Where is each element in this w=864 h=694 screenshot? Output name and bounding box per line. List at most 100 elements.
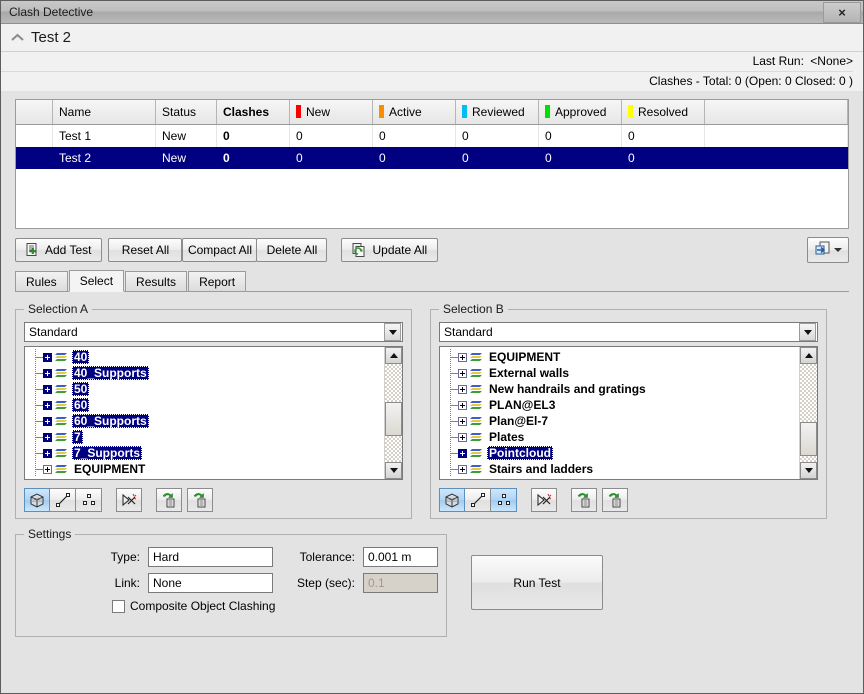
reset-all-button[interactable]: Reset All (108, 238, 183, 262)
expand-icon[interactable] (458, 400, 467, 410)
expand-icon[interactable] (43, 400, 52, 410)
chevron-down-icon[interactable] (384, 323, 401, 341)
scroll-down-button[interactable] (800, 462, 817, 479)
swatch-approved (545, 105, 550, 118)
list-item[interactable]: 60 (25, 397, 384, 413)
tab-select[interactable]: Select (68, 270, 125, 292)
type-dropdown[interactable]: Hard (148, 547, 273, 567)
selection-b-scrollbar[interactable] (799, 347, 817, 479)
list-item[interactable]: 40 (25, 349, 384, 365)
expand-icon[interactable] (43, 368, 52, 378)
column-header-active[interactable]: Active (372, 100, 456, 125)
expand-icon[interactable] (43, 384, 52, 394)
list-item[interactable]: EQUIPMENT (25, 461, 384, 477)
update-selection-from-set-button[interactable] (187, 488, 213, 512)
expand-icon[interactable] (458, 384, 467, 394)
list-item[interactable]: 7 (25, 429, 384, 445)
table-row[interactable]: Test 2 New 0 0 0 0 0 0 (16, 147, 848, 169)
list-item[interactable]: New handrails and gratings (440, 381, 799, 397)
tab-report[interactable]: Report (188, 271, 247, 291)
select-points-button[interactable] (491, 488, 517, 512)
clear-selection-button[interactable] (116, 488, 142, 512)
close-button[interactable]: × (823, 2, 861, 23)
add-test-button[interactable]: Add Test (15, 238, 103, 262)
select-geometry-button[interactable] (24, 488, 50, 512)
tolerance-input[interactable]: 0.001 m (363, 547, 438, 567)
list-item[interactable]: Plan@El-7 (440, 413, 799, 429)
tests-table: Name Status Clashes New Active Reviewed … (16, 100, 848, 169)
list-item[interactable]: 50 (25, 381, 384, 397)
column-header-approved[interactable]: Approved (538, 100, 622, 125)
select-line-button[interactable] (50, 488, 76, 512)
composite-object-clashing-checkbox[interactable] (112, 599, 125, 613)
column-header-name[interactable]: Name (52, 100, 156, 125)
column-header-clashes[interactable]: Clashes (216, 100, 290, 125)
list-item[interactable]: EQUIPMENT (440, 349, 799, 365)
tab-rules[interactable]: Rules (15, 271, 68, 291)
list-item[interactable]: Plates (440, 429, 799, 445)
list-item[interactable]: Stairs and ladders (440, 461, 799, 477)
expand-icon[interactable] (43, 448, 52, 458)
link-dropdown[interactable]: None (148, 573, 273, 593)
scroll-track[interactable] (800, 364, 817, 462)
clashes-summary: Clashes - Total: 0 (Open: 0 Closed: 0 ) (649, 74, 853, 88)
chevron-down-icon[interactable] (799, 323, 816, 341)
scroll-down-button[interactable] (385, 462, 402, 479)
import-export-button[interactable] (807, 237, 849, 263)
row-selector-cell[interactable] (16, 124, 53, 147)
selection-a-scrollbar[interactable] (384, 347, 402, 479)
update-all-button[interactable]: Update All (341, 238, 439, 262)
cell-resolved: 0 (621, 124, 705, 147)
column-header-new[interactable]: New (289, 100, 373, 125)
column-header-selector[interactable] (16, 100, 53, 125)
expand-icon[interactable] (43, 416, 52, 426)
add-selection-to-set-button[interactable] (156, 488, 182, 512)
list-item[interactable]: External walls (440, 365, 799, 381)
selection-b-tree[interactable]: EQUIPMENT External walls New handrails a… (440, 347, 799, 479)
scroll-up-button[interactable] (800, 347, 817, 364)
column-header-resolved[interactable]: Resolved (621, 100, 705, 125)
list-item[interactable]: 40_Supports (25, 365, 384, 381)
clear-selection-button[interactable] (531, 488, 557, 512)
list-item[interactable]: Pointcloud (440, 445, 799, 461)
run-test-button[interactable]: Run Test (471, 555, 603, 610)
expand-icon[interactable] (458, 352, 467, 362)
selection-b-standard-dropdown[interactable]: Standard (439, 322, 818, 342)
scroll-thumb[interactable] (385, 402, 402, 436)
compact-all-button[interactable]: Compact All (182, 238, 258, 262)
selection-a-group: Selection A Standard 40 40_Supports 50 6… (15, 302, 412, 519)
expand-icon[interactable] (458, 464, 467, 474)
delete-all-button[interactable]: Delete All (256, 238, 328, 262)
expand-icon[interactable] (43, 464, 52, 474)
expand-icon[interactable] (458, 368, 467, 378)
update-selection-from-set-button[interactable] (602, 488, 628, 512)
column-header-status[interactable]: Status (155, 100, 217, 125)
expand-icon[interactable] (458, 448, 467, 458)
composite-object-clashing-row[interactable]: Composite Object Clashing (24, 599, 438, 613)
add-selection-to-set-button[interactable] (571, 488, 597, 512)
add-test-icon (26, 243, 40, 257)
list-item[interactable]: PLAN@EL3 (440, 397, 799, 413)
composite-object-clashing-label: Composite Object Clashing (130, 599, 276, 613)
expand-icon[interactable] (458, 416, 467, 426)
list-item[interactable]: 60_Supports (25, 413, 384, 429)
select-points-button[interactable] (76, 488, 102, 512)
expand-icon[interactable] (458, 432, 467, 442)
scroll-track[interactable] (385, 364, 402, 462)
expand-icon[interactable] (43, 352, 52, 362)
tab-results[interactable]: Results (125, 271, 188, 291)
expand-icon[interactable] (43, 432, 52, 442)
row-selector-cell[interactable] (16, 147, 53, 169)
select-line-button[interactable] (465, 488, 491, 512)
chevron-up-icon[interactable] (9, 30, 25, 46)
column-header-reviewed[interactable]: Reviewed (455, 100, 539, 125)
layers-icon (55, 351, 69, 363)
select-geometry-button[interactable] (439, 488, 465, 512)
selection-a-tree[interactable]: 40 40_Supports 50 60 60_Supports 7 7_Sup… (25, 347, 384, 479)
cell-clashes: 0 (216, 124, 290, 147)
scroll-thumb[interactable] (800, 422, 817, 456)
table-row[interactable]: Test 1 New 0 0 0 0 0 0 (16, 124, 848, 147)
selection-a-standard-dropdown[interactable]: Standard (24, 322, 403, 342)
scroll-up-button[interactable] (385, 347, 402, 364)
list-item[interactable]: 7_Supports (25, 445, 384, 461)
